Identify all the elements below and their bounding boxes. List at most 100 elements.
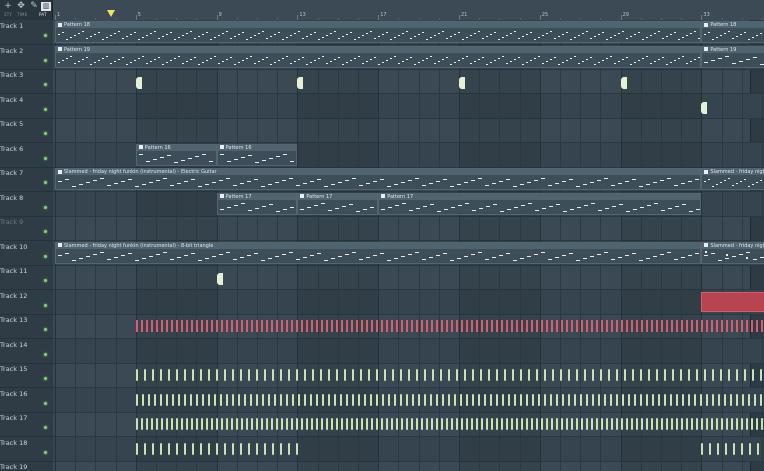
audio-clip[interactable]: [195, 393, 198, 406]
audio-clip[interactable]: [295, 418, 298, 430]
audio-clip[interactable]: [220, 418, 223, 430]
audio-clip[interactable]: [280, 320, 283, 332]
audio-clip[interactable]: [285, 320, 288, 332]
audio-clip[interactable]: [485, 418, 488, 430]
audio-clip[interactable]: [343, 369, 346, 381]
audio-clip[interactable]: [490, 418, 493, 430]
audio-clip[interactable]: [387, 393, 390, 406]
audio-clip[interactable]: [445, 418, 448, 430]
clip-menu-icon[interactable]: [58, 243, 62, 247]
track-active-icon[interactable]: [44, 377, 47, 380]
track-active-icon[interactable]: [44, 254, 47, 258]
audio-clip[interactable]: [511, 369, 514, 381]
audio-clip[interactable]: [475, 320, 478, 332]
audio-clip[interactable]: [320, 418, 323, 430]
audio-clip[interactable]: [290, 418, 293, 430]
audio-clip[interactable]: [417, 393, 420, 406]
audio-clip[interactable]: [551, 369, 554, 381]
audio-clip[interactable]: [535, 418, 538, 430]
audio-clip[interactable]: [665, 320, 668, 332]
audio-clip[interactable]: [515, 418, 518, 430]
audio-clip[interactable]: [559, 369, 562, 381]
audio-clip[interactable]: [381, 393, 384, 406]
audio-clip[interactable]: [153, 393, 156, 406]
audio-clip[interactable]: [359, 369, 362, 381]
audio-clip[interactable]: [703, 369, 706, 381]
audio-clip[interactable]: [505, 320, 508, 332]
audio-clip[interactable]: [400, 320, 403, 332]
audio-clip[interactable]: [351, 393, 354, 406]
audio-clip[interactable]: [270, 320, 273, 332]
audio-clip[interactable]: [690, 418, 693, 430]
audio-clip[interactable]: [510, 320, 513, 332]
audio-clip[interactable]: [630, 320, 633, 332]
audio-clip[interactable]: [460, 418, 463, 430]
audio-clip[interactable]: [339, 393, 342, 406]
audio-clip[interactable]: [690, 320, 693, 332]
audio-clip[interactable]: [340, 418, 343, 430]
audio-clip[interactable]: [271, 442, 274, 455]
clip-menu-icon[interactable]: [704, 22, 709, 27]
audio-clip[interactable]: [540, 320, 543, 332]
audio-clip[interactable]: [216, 273, 223, 285]
track-header[interactable]: Track 3: [0, 69, 53, 94]
audio-clip[interactable]: [370, 418, 373, 430]
audio-clip[interactable]: [495, 320, 498, 332]
audio-clip[interactable]: [155, 418, 158, 430]
audio-clip[interactable]: [395, 418, 398, 430]
audio-clip[interactable]: [367, 369, 370, 381]
audio-clip[interactable]: [249, 393, 252, 406]
audio-clip[interactable]: [410, 320, 413, 332]
audio-clip[interactable]: [159, 369, 162, 381]
audio-clip[interactable]: [455, 320, 458, 332]
audio-clip[interactable]: [415, 369, 418, 381]
track-header[interactable]: Track 11: [0, 265, 53, 290]
audio-clip[interactable]: [175, 369, 178, 381]
audio-clip[interactable]: [580, 320, 583, 332]
audio-clip[interactable]: [447, 369, 450, 381]
audio-clip[interactable]: [535, 369, 538, 381]
audio-clip[interactable]: [429, 393, 432, 406]
audio-clip[interactable]: [279, 369, 282, 381]
audio-clip[interactable]: [287, 369, 290, 381]
audio-clip[interactable]: [675, 320, 678, 332]
audio-clip[interactable]: [440, 320, 443, 332]
audio-clip[interactable]: [201, 393, 204, 406]
pattern-clip[interactable]: Slammed - friday night funkin (instrumen…: [701, 241, 764, 264]
audio-clip[interactable]: [669, 393, 672, 406]
audio-clip[interactable]: [191, 442, 194, 455]
audio-clip[interactable]: [355, 320, 358, 332]
audio-clip[interactable]: [705, 320, 708, 332]
audio-clip[interactable]: [487, 369, 490, 381]
audio-clip[interactable]: [155, 320, 158, 332]
audio-clip[interactable]: [710, 320, 713, 332]
audio-clip[interactable]: [380, 418, 383, 430]
audio-clip[interactable]: [695, 320, 698, 332]
audio-clip[interactable]: [190, 320, 193, 332]
audio-clip[interactable]: [635, 320, 638, 332]
audio-clip[interactable]: [453, 393, 456, 406]
audio-clip[interactable]: [671, 369, 674, 381]
audio-clip[interactable]: [365, 320, 368, 332]
audio-clip[interactable]: [195, 320, 198, 332]
audio-clip[interactable]: [730, 418, 733, 430]
audio-clip[interactable]: [645, 320, 648, 332]
audio-clip[interactable]: [183, 442, 186, 455]
audio-clip[interactable]: [465, 320, 468, 332]
audio-clip[interactable]: [135, 77, 142, 89]
audio-clip[interactable]: [531, 393, 534, 406]
audio-clip[interactable]: [745, 418, 748, 430]
audio-clip[interactable]: [680, 320, 683, 332]
audio-clip[interactable]: [260, 418, 263, 430]
audio-clip[interactable]: [415, 418, 418, 430]
audio-clip[interactable]: [489, 393, 492, 406]
audio-clip[interactable]: [480, 320, 483, 332]
audio-clip[interactable]: [675, 393, 678, 406]
audio-clip[interactable]: [230, 320, 233, 332]
audio-clip[interactable]: [231, 442, 234, 455]
track-active-icon[interactable]: [44, 181, 47, 184]
audio-clip[interactable]: [167, 442, 170, 455]
clip-menu-icon[interactable]: [219, 145, 224, 149]
audio-clip[interactable]: [345, 418, 348, 430]
audio-clip[interactable]: [210, 418, 213, 430]
